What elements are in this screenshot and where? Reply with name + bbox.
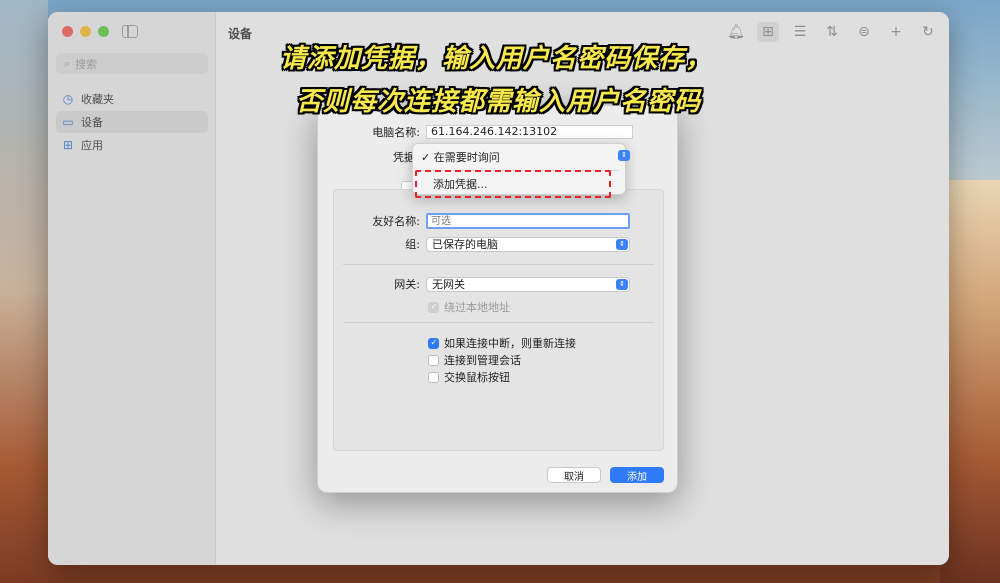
add-button[interactable]: 添加 [610,467,664,483]
chevron-updown-icon: ⇕ [616,278,628,290]
divider [343,264,654,265]
caption-line-1: 请添加凭据，输入用户名密码保存， [280,44,713,74]
pc-name-label: 电脑名称: [372,126,420,139]
swap-mouse-row: 交换鼠标按钮 [428,369,510,385]
swap-mouse-label: 交换鼠标按钮 [444,371,510,384]
pc-name-field[interactable]: 61.164.246.142:13102 [426,125,633,139]
friendly-name-input[interactable] [426,213,630,229]
credentials-label: 凭据 [393,151,415,164]
gateway-select[interactable]: 无网关 ⇕ [426,276,630,292]
group-select[interactable]: 已保存的电脑 ⇕ [426,236,630,252]
gateway-label: 网关: [394,278,420,291]
bypass-local-label: 绕过本地地址 [444,301,510,314]
highlight-box [415,170,611,198]
cancel-button[interactable]: 取消 [547,467,601,483]
gateway-value: 无网关 [432,277,465,291]
bypass-local-row: 绕过本地地址 [428,299,510,315]
chevron-updown-icon: ⇕ [616,238,628,250]
group-row: 组: 已保存的电脑 ⇕ [330,236,630,252]
reconnect-row: 如果连接中断，则重新连接 [428,335,576,351]
group-value: 已保存的电脑 [432,237,498,251]
admin-session-checkbox[interactable] [428,354,439,366]
menu-item-ask-when-needed[interactable]: ✓ 在需要时询问 [421,148,500,165]
gateway-row: 网关: 无网关 ⇕ [330,276,630,292]
swap-mouse-checkbox[interactable] [428,371,439,383]
desktop-background-right [940,180,1000,583]
friendly-name-label: 友好名称: [372,215,420,228]
divider [343,322,654,323]
friendly-name-row: 友好名称: [330,213,630,229]
caption-line-2: 否则每次连接都需输入用户名密码 [296,87,702,117]
credentials-row: 凭据 [330,149,415,165]
bypass-local-checkbox[interactable] [428,301,439,313]
pc-name-row: 电脑名称: 61.164.246.142:13102 [330,124,633,140]
admin-session-row: 连接到管理会话 [428,352,521,368]
reconnect-checkbox[interactable] [428,337,439,349]
group-label: 组: [405,238,420,251]
desktop-background-left [0,0,48,583]
admin-session-label: 连接到管理会话 [444,354,521,367]
reconnect-label: 如果连接中断，则重新连接 [444,337,576,350]
chevron-updown-icon: ⇕ [618,150,630,161]
